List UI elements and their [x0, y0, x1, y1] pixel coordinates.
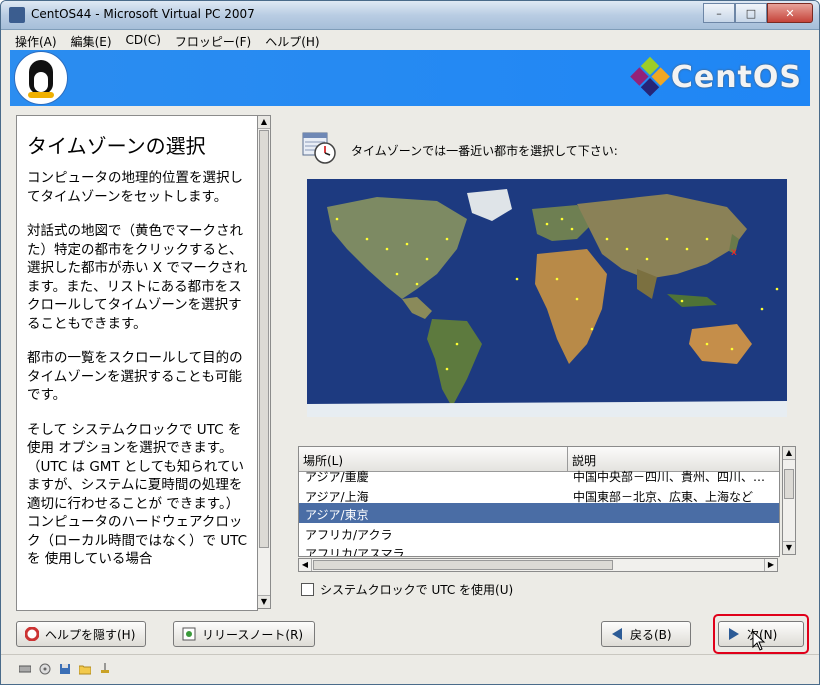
menu-bar: 操作(A) 編集(E) CD(C) フロッピー(F) ヘルプ(H) — [1, 30, 819, 50]
help-pane: タイムゾーンの選択 コンピュータの地理的位置を選択してタイムゾーンをセットします… — [16, 115, 258, 611]
scroll-down-icon[interactable]: ▼ — [783, 541, 795, 554]
prompt-text: タイムゾーンでは一番近い都市を選択して下さい: — [351, 144, 618, 158]
selected-city-marker: x — [731, 247, 737, 258]
lifebuoy-icon — [25, 627, 39, 641]
utc-checkbox-label: システムクロックで UTC を使用(U) — [320, 583, 514, 597]
menu-edit[interactable]: 編集(E) — [71, 30, 120, 50]
list-item-selected[interactable]: アジア/東京 — [299, 503, 779, 523]
mouse-cursor-icon — [752, 631, 766, 651]
scroll-thumb[interactable] — [784, 469, 794, 499]
help-paragraph: 都市の一覧をスクロールして目的のタイムゾーンを選択することも可能です。 — [27, 350, 243, 403]
timezone-list-hscrollbar[interactable]: ◀ ▶ — [298, 558, 778, 572]
scroll-up-icon[interactable]: ▲ — [783, 447, 795, 460]
arrow-right-icon — [729, 628, 739, 640]
help-title: タイムゾーンの選択 — [27, 134, 206, 158]
timezone-list-scrollbar[interactable]: ▲ ▼ — [782, 446, 796, 555]
utc-checkbox[interactable] — [301, 583, 314, 596]
world-map[interactable]: x — [307, 179, 787, 417]
list-item[interactable]: アフリカ/アスマラ — [299, 542, 779, 557]
arrow-left-icon — [612, 628, 622, 640]
title-bar[interactable]: CentOS44 - Microsoft Virtual PC 2007 – □… — [1, 1, 819, 30]
centos-logo: CentOS — [630, 56, 802, 96]
status-bar — [1, 654, 819, 684]
help-paragraph: コンピュータの地理的位置を選択してタイムゾーンをセットします。 — [27, 170, 243, 205]
list-item[interactable]: アジア/重慶 中国中央部－四川、貴州、四川、… — [299, 465, 779, 485]
calendar-clock-icon — [302, 132, 336, 164]
installer-banner: CentOS — [10, 50, 810, 106]
menu-floppy[interactable]: フロッピー(F) — [175, 30, 259, 50]
hard-disk-icon[interactable] — [19, 663, 31, 675]
timezone-list[interactable]: 場所(L) 説明 アジア/重慶 中国中央部－四川、貴州、四川、… アジア/上海 … — [298, 446, 780, 557]
centos-logo-text: CentOS — [670, 60, 802, 95]
scroll-down-icon[interactable]: ▼ — [258, 595, 270, 608]
list-item-location: アジア/重慶 — [305, 470, 369, 484]
menu-help[interactable]: ヘルプ(H) — [265, 30, 327, 50]
menu-operation[interactable]: 操作(A) — [15, 30, 65, 50]
scroll-up-icon[interactable]: ▲ — [258, 116, 270, 129]
help-paragraph: 対話式の地図で（黄色でマークされた）特定の都市をクリックすると、選択した都市が赤… — [27, 223, 248, 332]
window-title: CentOS44 - Microsoft Virtual PC 2007 — [31, 7, 255, 21]
list-item-location: アジア/東京 — [305, 508, 369, 522]
scroll-left-icon[interactable]: ◀ — [299, 559, 312, 571]
app-icon — [9, 7, 25, 23]
help-paragraph: そして システムクロックで UTC を使用 オプションを選択できます。（UTC … — [27, 421, 248, 568]
menu-cd[interactable]: CD(C) — [126, 30, 169, 50]
back-button[interactable]: 戻る(B) — [601, 621, 691, 647]
list-item-location: アフリカ/アクラ — [305, 528, 393, 542]
help-scrollbar[interactable]: ▲ ▼ — [257, 115, 271, 609]
minimize-button[interactable]: – — [703, 3, 735, 23]
scroll-thumb[interactable] — [313, 560, 613, 570]
notes-icon — [182, 627, 196, 641]
cd-drive-icon[interactable] — [39, 663, 51, 675]
scroll-right-icon[interactable]: ▶ — [764, 559, 777, 571]
list-item[interactable]: アジア/上海 中国東部－北京、広東、上海など — [299, 485, 779, 505]
maximize-button[interactable]: □ — [735, 3, 767, 23]
hide-help-button[interactable]: ヘルプを隠す(H) — [16, 621, 146, 647]
tux-penguin-icon — [14, 51, 68, 105]
network-icon[interactable] — [99, 663, 111, 675]
back-label: 戻る(B) — [630, 627, 672, 642]
hide-help-label: ヘルプを隠す(H) — [45, 627, 136, 642]
list-item[interactable]: アフリカ/アクラ — [299, 523, 779, 543]
vpc-window: CentOS44 - Microsoft Virtual PC 2007 – □… — [0, 0, 820, 685]
close-button[interactable]: ✕ — [767, 3, 813, 23]
scroll-thumb[interactable] — [259, 130, 269, 548]
floppy-icon[interactable] — [59, 663, 71, 675]
release-notes-button[interactable]: リリースノート(R) — [173, 621, 315, 647]
utc-option[interactable]: システムクロックで UTC を使用(U) — [301, 581, 513, 598]
centos-mark-icon — [629, 56, 671, 98]
shared-folder-icon[interactable] — [79, 663, 91, 675]
list-item-location: アフリカ/アスマラ — [305, 547, 405, 557]
list-item-description: 中国中央部－四川、貴州、四川、… — [573, 470, 766, 484]
release-notes-label: リリースノート(R) — [202, 627, 304, 642]
